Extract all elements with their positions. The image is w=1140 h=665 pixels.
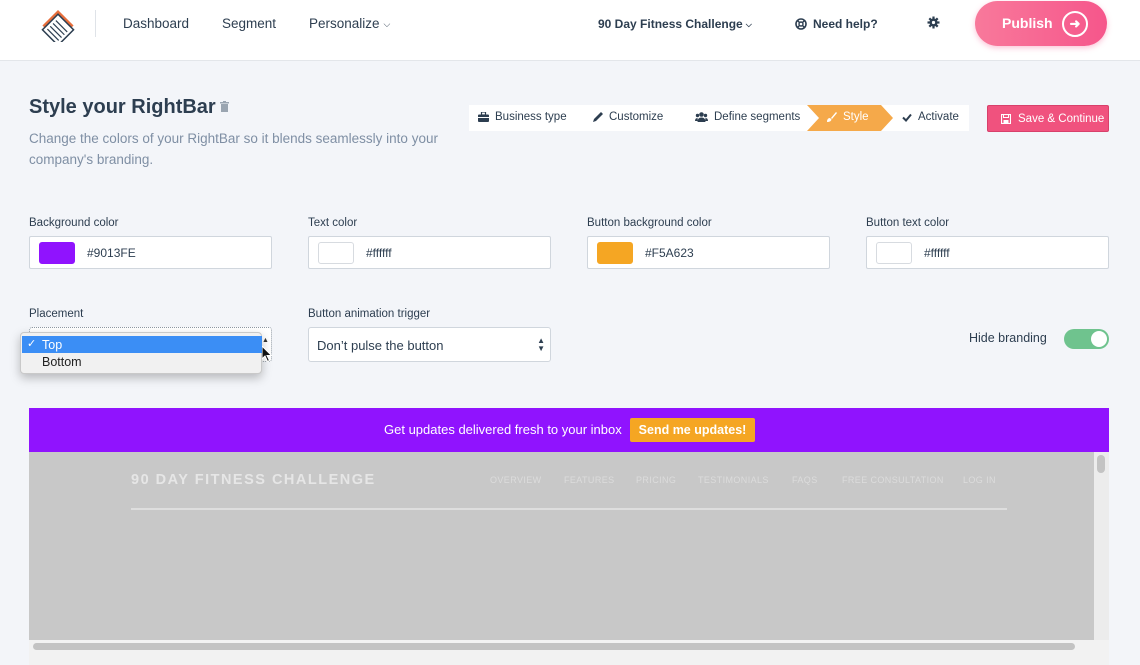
nav-dashboard-link[interactable]: Dashboard — [123, 16, 189, 31]
users-icon — [695, 112, 708, 122]
preview-nav-item: FREE CONSULTATION — [842, 475, 944, 485]
rightbar-cta-button[interactable]: Send me updates! — [630, 418, 755, 442]
select-arrows-icon: ▲ ▼ — [537, 336, 545, 353]
project-name: 90 Day Fitness Challenge — [598, 17, 743, 31]
save-continue-label: Save & Continue — [1018, 113, 1105, 125]
hide-branding-toggle[interactable] — [1064, 329, 1109, 349]
step-label: Customize — [609, 111, 664, 123]
preview-nav-item: FEATURES — [564, 475, 615, 485]
button-text-color-field[interactable]: #ffffff — [866, 236, 1109, 269]
publish-button[interactable]: Publish ➜ — [975, 1, 1107, 46]
nav-divider — [95, 10, 96, 37]
top-navbar: Dashboard Segment Personalize ⌵ 90 Day Fi… — [0, 0, 1140, 61]
background-color-value: #9013FE — [87, 246, 136, 260]
preview-nav-item: LOG IN — [963, 475, 996, 485]
layers-logo[interactable] — [38, 6, 78, 42]
background-color-label: Background color — [29, 217, 119, 229]
text-color-field[interactable]: #ffffff — [308, 236, 551, 269]
lifebuoy-icon — [795, 18, 807, 30]
preview-nav-item: OVERVIEW — [490, 475, 542, 485]
save-continue-button[interactable]: Save & Continue — [987, 105, 1109, 132]
preview-site-title: 90 DAY FITNESS CHALLENGE — [131, 472, 376, 488]
scroll-thumb[interactable] — [1097, 455, 1105, 473]
page-subtitle: Change the colors of your RightBar so it… — [29, 131, 438, 167]
step-customize[interactable]: Customize — [593, 111, 663, 123]
trash-icon[interactable] — [220, 101, 229, 112]
text-color-swatch[interactable] — [318, 242, 354, 264]
step-label: Business type — [495, 111, 567, 123]
select-arrows-icon: ▲ — [262, 337, 269, 344]
background-color-swatch[interactable] — [39, 242, 75, 264]
button-background-color-label: Button background color — [587, 217, 712, 229]
preview-divider — [131, 508, 1007, 510]
step-business-type[interactable]: Business type — [478, 111, 567, 123]
placement-option-top[interactable]: ✓ Top — [22, 336, 262, 353]
step-style[interactable]: Style — [807, 105, 893, 131]
step-style-text: Style — [827, 111, 869, 123]
help-label: Need help? — [813, 17, 878, 31]
arrow-right-circle-icon: ➜ — [1062, 11, 1088, 37]
preview-horizontal-scrollbar[interactable] — [29, 640, 1109, 665]
project-selector[interactable]: 90 Day Fitness Challenge ⌵ — [598, 17, 752, 31]
preview-nav-item: FAQS — [792, 475, 818, 485]
checkmark-icon: ✓ — [27, 338, 37, 350]
preview-site: 90 DAY FITNESS CHALLENGE OVERVIEW FEATUR… — [29, 452, 1094, 640]
animation-trigger-select[interactable]: Don’t pulse the button ▲ ▼ — [308, 327, 551, 362]
preview-vertical-scrollbar[interactable] — [1094, 452, 1109, 640]
publish-label: Publish — [1002, 15, 1053, 31]
mouse-cursor-icon — [262, 346, 273, 362]
step-label: Activate — [918, 111, 959, 123]
button-text-color-label: Button text color — [866, 217, 950, 229]
placement-label: Placement — [29, 308, 84, 320]
floppy-icon — [1001, 114, 1011, 124]
chevron-down-icon: ⌵ — [383, 19, 391, 29]
hide-branding-label: Hide branding — [969, 331, 1047, 345]
animation-trigger-label: Button animation trigger — [308, 308, 431, 320]
animation-trigger-value: Don’t pulse the button — [317, 338, 444, 353]
preview-nav-item: TESTIMONIALS — [698, 475, 769, 485]
wizard-steps: Business type Customize Define segments … — [469, 105, 969, 131]
brush-icon — [827, 112, 837, 122]
button-text-color-value: #ffffff — [924, 246, 950, 260]
help-link[interactable]: Need help? — [795, 17, 878, 31]
nav-personalize-label: Personalize — [309, 16, 380, 31]
scroll-thumb[interactable] — [33, 643, 1075, 650]
rightbar-message: Get updates delivered fresh to your inbo… — [384, 422, 622, 437]
placement-option-label: Bottom — [42, 355, 82, 369]
nav-segment-link[interactable]: Segment — [222, 16, 276, 31]
placement-option-bottom[interactable]: Bottom — [22, 354, 262, 371]
text-color-label: Text color — [308, 217, 358, 229]
background-color-field[interactable]: #9013FE — [29, 236, 272, 269]
nav-personalize-menu[interactable]: Personalize ⌵ — [309, 16, 390, 31]
button-background-color-field[interactable]: #F5A623 — [587, 236, 830, 269]
toggle-knob — [1091, 331, 1107, 347]
button-text-color-swatch[interactable] — [876, 242, 912, 264]
preview-nav-item: PRICING — [636, 475, 677, 485]
gear-icon[interactable] — [927, 16, 940, 29]
rightbar-bar: Get updates delivered fresh to your inbo… — [29, 408, 1109, 452]
rightbar-preview: Get updates delivered fresh to your inbo… — [29, 408, 1109, 665]
step-activate[interactable]: Activate — [902, 111, 959, 123]
placement-option-label: Top — [42, 338, 63, 352]
chevron-down-icon: ⌵ — [745, 20, 752, 29]
button-background-color-swatch[interactable] — [597, 242, 633, 264]
check-icon — [902, 113, 912, 122]
page-title: Style your RightBar — [29, 96, 216, 118]
pencil-icon — [593, 112, 603, 122]
button-background-color-value: #F5A623 — [645, 246, 694, 260]
placement-dropdown-menu: ✓ Top Bottom — [20, 332, 262, 374]
briefcase-icon — [478, 111, 489, 122]
step-define-segments[interactable]: Define segments — [695, 111, 800, 123]
step-label: Define segments — [714, 111, 801, 123]
text-color-value: #ffffff — [366, 246, 392, 260]
step-label: Style — [843, 111, 869, 123]
